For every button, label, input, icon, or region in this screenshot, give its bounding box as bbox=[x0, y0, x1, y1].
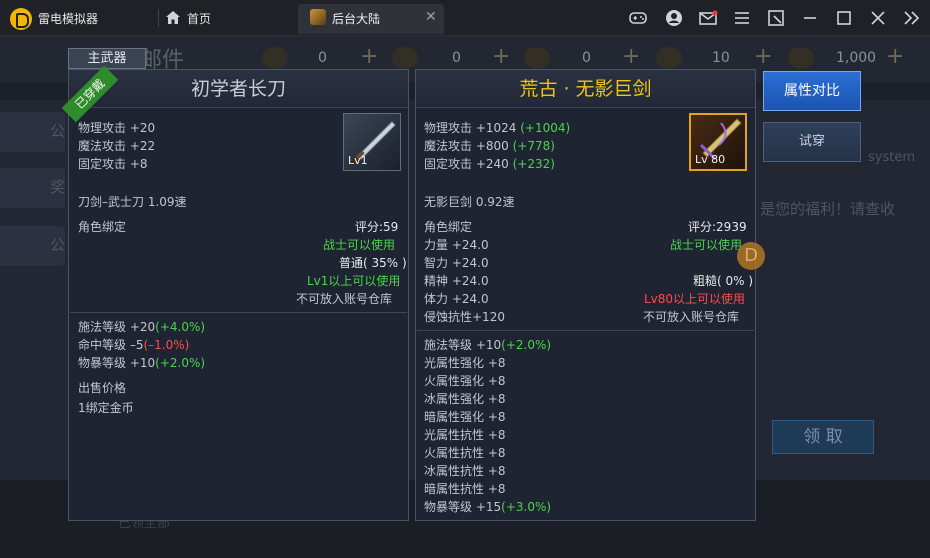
receive-button[interactable]: 领 取 bbox=[772, 420, 874, 454]
item-icon: Lv1 bbox=[343, 113, 401, 171]
resource-value: 0 bbox=[452, 50, 461, 66]
game-tab-label[interactable]: 后台大陆 bbox=[332, 10, 380, 27]
tab-close-icon[interactable]: ✕ bbox=[425, 9, 437, 25]
minimize-icon[interactable] bbox=[800, 8, 820, 28]
app-logo-icon bbox=[10, 8, 32, 30]
resource-add-button[interactable]: + bbox=[886, 44, 904, 69]
emulator-titlebar bbox=[0, 0, 930, 36]
resource-value: 0 bbox=[582, 50, 591, 66]
binding-text: 角色绑定 bbox=[78, 220, 127, 234]
game-tab-icon bbox=[310, 9, 326, 25]
item-type-speed: 无影巨剑 0.92速 bbox=[424, 195, 515, 209]
quality-text: 普通( 35% ) bbox=[339, 256, 407, 270]
attribute-row: 侵蚀抗性+120 bbox=[424, 310, 505, 324]
avatar-icon[interactable] bbox=[664, 8, 684, 28]
gamepad-icon[interactable] bbox=[628, 8, 648, 28]
mail-icon[interactable] bbox=[698, 8, 718, 28]
item-level: Lv1 bbox=[348, 154, 368, 167]
home-tab-label[interactable]: 首页 bbox=[187, 10, 211, 27]
extra-stat-row: 物暴等级 +15(+3.0%) bbox=[424, 500, 552, 514]
equipped-item-name: 初学者长刀 bbox=[69, 70, 408, 108]
class-requirement: 战士可以使用 bbox=[670, 238, 743, 252]
item-type-speed: 刀剑–武士刀 1.09速 bbox=[78, 195, 187, 209]
extra-stat-row: 冰属性强化 +8 bbox=[424, 392, 506, 406]
resource-icon bbox=[788, 47, 814, 69]
resource-add-button[interactable]: + bbox=[754, 44, 772, 69]
resource-icon bbox=[392, 47, 418, 69]
extra-stat-row: 物暴等级 +10(+2.0%) bbox=[78, 356, 206, 370]
resource-add-button[interactable]: + bbox=[492, 44, 510, 69]
app-name: 雷电模拟器 bbox=[38, 12, 99, 26]
attribute-row: 智力 +24.0 bbox=[424, 256, 489, 270]
maximize-icon[interactable] bbox=[834, 8, 854, 28]
extra-stat-row: 光属性抗性 +8 bbox=[424, 428, 506, 442]
compare-item-name: 荒古 · 无影巨剑 bbox=[416, 70, 755, 108]
storage-text: 不可放入账号仓库 bbox=[296, 292, 393, 306]
extra-stat-row: 火属性抗性 +8 bbox=[424, 446, 506, 460]
attribute-row: 体力 +24.0 bbox=[424, 292, 489, 306]
divider bbox=[70, 312, 407, 313]
resource-icon bbox=[524, 47, 550, 69]
score-text: 评分:2939 bbox=[688, 220, 747, 234]
class-requirement: 战士可以使用 bbox=[323, 238, 396, 252]
level-requirement: Lv80以上可以使用 bbox=[644, 292, 746, 306]
extra-stat-row: 命中等级 –5(–1.0%) bbox=[78, 338, 190, 352]
mail-category-tab[interactable]: 公 bbox=[0, 226, 65, 266]
resource-icon bbox=[656, 47, 682, 69]
resource-add-button[interactable]: + bbox=[622, 44, 640, 69]
compare-button[interactable]: 属性对比 bbox=[763, 71, 861, 111]
extra-stat-row: 施法等级 +10(+2.0%) bbox=[424, 338, 552, 352]
stat-row: 物理攻击 +20 bbox=[78, 121, 156, 135]
resource-icon bbox=[262, 47, 288, 69]
attribute-row: 力量 +24.0 bbox=[424, 238, 489, 252]
extra-stat-row: 冰属性抗性 +8 bbox=[424, 464, 506, 478]
watermark-badge: D bbox=[737, 242, 765, 270]
stat-row: 固定攻击 +240 (+232) bbox=[424, 157, 555, 171]
sell-price-label: 出售价格 bbox=[78, 381, 127, 395]
extra-stat-row: 暗属性抗性 +8 bbox=[424, 482, 506, 496]
quality-text: 粗糙( 0% ) bbox=[693, 274, 754, 288]
menu-icon[interactable] bbox=[732, 8, 752, 28]
sell-price-value: 1绑定金币 bbox=[78, 401, 134, 415]
screenshot-icon[interactable] bbox=[766, 8, 786, 28]
extra-stat-row: 光属性强化 +8 bbox=[424, 356, 506, 370]
try-on-button[interactable]: 试穿 bbox=[763, 122, 861, 162]
mail-body-text: 是您的福利！请查收 bbox=[760, 200, 896, 218]
item-icon: Lv 80 bbox=[689, 113, 747, 171]
mail-category-tab[interactable]: 公 bbox=[0, 112, 65, 152]
extra-stat-row: 暗属性强化 +8 bbox=[424, 410, 506, 424]
slot-tag: 主武器 bbox=[68, 48, 146, 69]
home-icon[interactable] bbox=[166, 11, 180, 24]
level-requirement: Lv1以上可以使用 bbox=[307, 274, 401, 288]
stat-row: 魔法攻击 +800 (+778) bbox=[424, 139, 555, 153]
mail-sender-text: system bbox=[868, 150, 915, 165]
score-text: 评分:59 bbox=[355, 220, 399, 234]
stat-row: 固定攻击 +8 bbox=[78, 157, 148, 171]
divider bbox=[417, 330, 754, 331]
storage-text: 不可放入账号仓库 bbox=[643, 310, 740, 324]
resource-value: 1,000 bbox=[836, 50, 877, 66]
binding-text: 角色绑定 bbox=[424, 220, 473, 234]
close-icon[interactable] bbox=[868, 8, 888, 28]
collapse-icon[interactable] bbox=[902, 8, 922, 28]
attribute-row: 精神 +24.0 bbox=[424, 274, 489, 288]
extra-stat-row: 火属性强化 +8 bbox=[424, 374, 506, 388]
resource-value: 0 bbox=[318, 50, 327, 66]
extra-stat-row: 施法等级 +20(+4.0%) bbox=[78, 320, 206, 334]
stat-row: 物理攻击 +1024 (+1004) bbox=[424, 121, 571, 135]
resource-value: 10 bbox=[712, 50, 730, 66]
resource-add-button[interactable]: + bbox=[360, 44, 378, 69]
mail-category-tab[interactable]: 奖 bbox=[0, 168, 65, 208]
stat-row: 魔法攻击 +22 bbox=[78, 139, 156, 153]
item-level: Lv 80 bbox=[695, 153, 726, 166]
titlebar-divider bbox=[158, 9, 159, 27]
